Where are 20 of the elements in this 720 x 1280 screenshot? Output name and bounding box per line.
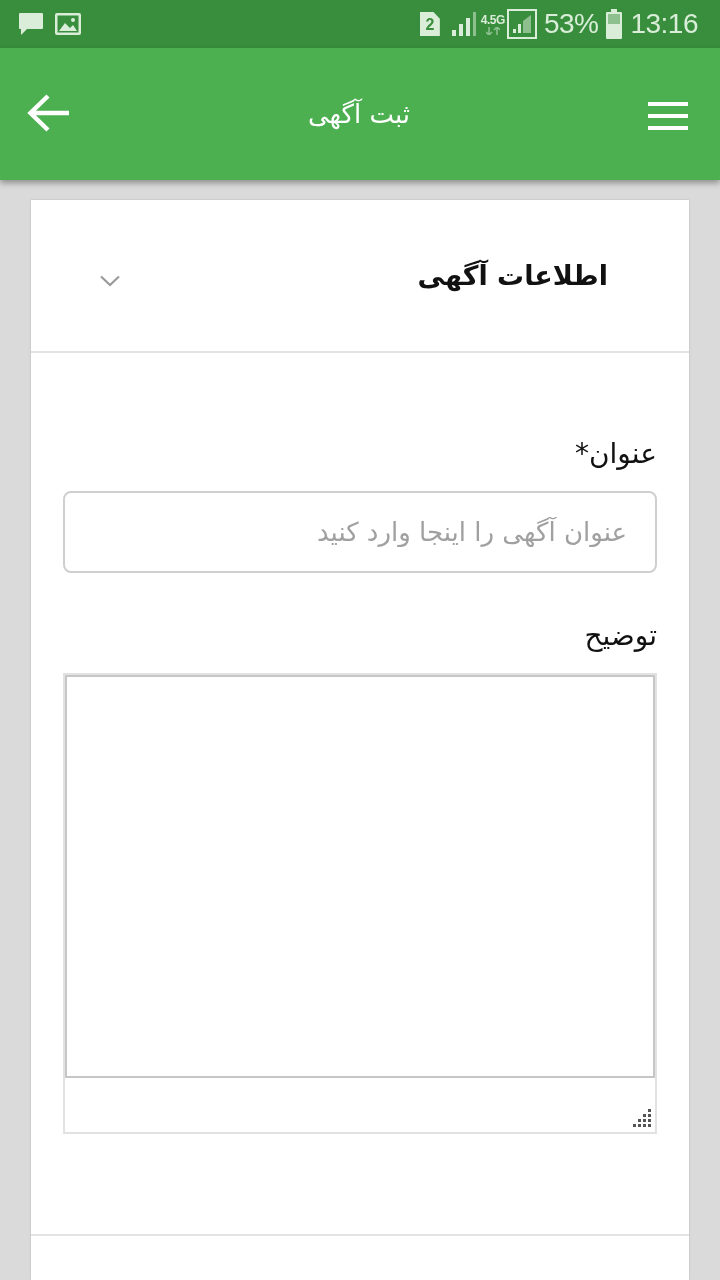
clock-time: 13:16 <box>630 8 698 40</box>
field-label: توضیح <box>583 618 657 654</box>
page-title: ثبت آگهی <box>307 97 411 132</box>
image-icon <box>55 13 81 35</box>
message-icon <box>18 12 44 36</box>
battery-icon <box>606 9 623 39</box>
resize-grip-icon[interactable] <box>633 1109 651 1127</box>
battery-level: 53% <box>543 8 599 40</box>
data-arrows-icon <box>485 26 500 35</box>
network-type: 4.5G <box>480 13 505 27</box>
signal-icon <box>506 9 537 39</box>
menu-icon[interactable] <box>648 102 688 130</box>
title-input[interactable]: عنوان آگهی را اینجا وارد کنید <box>63 491 657 573</box>
back-arrow-icon[interactable] <box>26 93 70 133</box>
section-title: اطلاعات آگهی <box>417 258 608 294</box>
chevron-down-icon[interactable] <box>100 274 120 287</box>
signal-icon <box>451 12 477 36</box>
field-label: عنوان* <box>574 436 657 472</box>
section-header[interactable]: اطلاعات آگهی <box>31 200 689 353</box>
sim-badge: 2 <box>419 12 440 36</box>
